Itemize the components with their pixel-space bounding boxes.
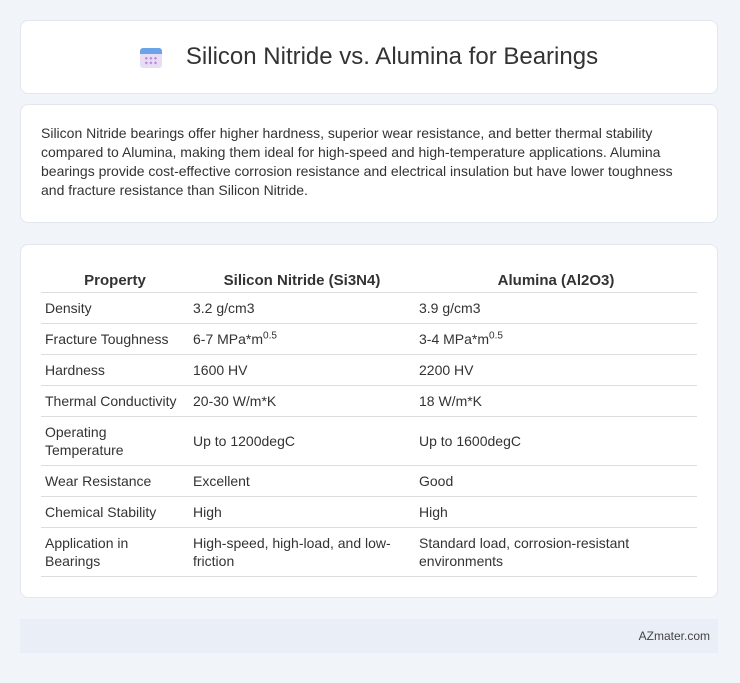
al2o3-cell: Good [415, 465, 697, 497]
al2o3-value: 3-4 MPa*m [419, 331, 490, 347]
table-header-row: Property Silicon Nitride (Si3N4) Alumina… [41, 265, 697, 293]
si3n4-cell: Excellent [189, 465, 415, 497]
comparison-table: Property Silicon Nitride (Si3N4) Alumina… [41, 265, 697, 577]
property-cell: Operating Temperature [41, 416, 189, 466]
table-row: Application in Bearings High-speed, high… [41, 527, 697, 577]
table-row: Hardness 1600 HV 2200 HV [41, 354, 697, 386]
header-alumina: Alumina (Al2O3) [415, 265, 697, 293]
property-cell: Density [41, 292, 189, 324]
table-row: Density 3.2 g/cm3 3.9 g/cm3 [41, 292, 697, 324]
si3n4-cell: High-speed, high-load, and low-friction [189, 527, 415, 577]
property-cell: Application in Bearings [41, 527, 189, 577]
title-card: Silicon Nitride vs. Alumina for Bearings [20, 20, 718, 94]
si3n4-cell: 20-30 W/m*K [189, 385, 415, 417]
table-row: Operating Temperature Up to 1200degC Up … [41, 416, 697, 466]
page-title: Silicon Nitride vs. Alumina for Bearings [185, 43, 599, 70]
al2o3-cell: High [415, 496, 697, 528]
al2o3-cell: Up to 1600degC [415, 416, 697, 466]
al2o3-cell: 2200 HV [415, 354, 697, 386]
header-property: Property [41, 265, 189, 293]
table-row: Thermal Conductivity 20-30 W/m*K 18 W/m*… [41, 385, 697, 417]
si3n4-value: 6-7 MPa*m [193, 331, 264, 347]
table-row: Fracture Toughness 6-7 MPa*m0.5 3-4 MPa*… [41, 323, 697, 355]
exponent: 0.5 [489, 330, 503, 342]
description-text: Silicon Nitride bearings offer higher ha… [41, 125, 673, 198]
si3n4-cell: High [189, 496, 415, 528]
table-row: Wear Resistance Excellent Good [41, 465, 697, 497]
header-silicon-nitride: Silicon Nitride (Si3N4) [189, 265, 415, 293]
al2o3-cell: 3-4 MPa*m0.5 [415, 323, 697, 355]
property-cell: Thermal Conductivity [41, 385, 189, 417]
footer-brand[interactable]: AZmater.com [639, 629, 710, 643]
property-cell: Chemical Stability [41, 496, 189, 528]
exponent: 0.5 [263, 330, 277, 342]
al2o3-cell: 3.9 g/cm3 [415, 292, 697, 324]
si3n4-cell: Up to 1200degC [189, 416, 415, 466]
comparison-table-card: Property Silicon Nitride (Si3N4) Alumina… [20, 244, 718, 598]
calendar-icon [139, 46, 162, 68]
description-card: Silicon Nitride bearings offer higher ha… [20, 104, 718, 223]
footer-bar: AZmater.com [20, 619, 718, 653]
property-cell: Wear Resistance [41, 465, 189, 497]
si3n4-cell: 6-7 MPa*m0.5 [189, 323, 415, 355]
property-cell: Hardness [41, 354, 189, 386]
al2o3-cell: Standard load, corrosion-resistant envir… [415, 527, 697, 577]
property-cell: Fracture Toughness [41, 323, 189, 355]
si3n4-cell: 3.2 g/cm3 [189, 292, 415, 324]
table-row: Chemical Stability High High [41, 496, 697, 528]
si3n4-cell: 1600 HV [189, 354, 415, 386]
al2o3-cell: 18 W/m*K [415, 385, 697, 417]
